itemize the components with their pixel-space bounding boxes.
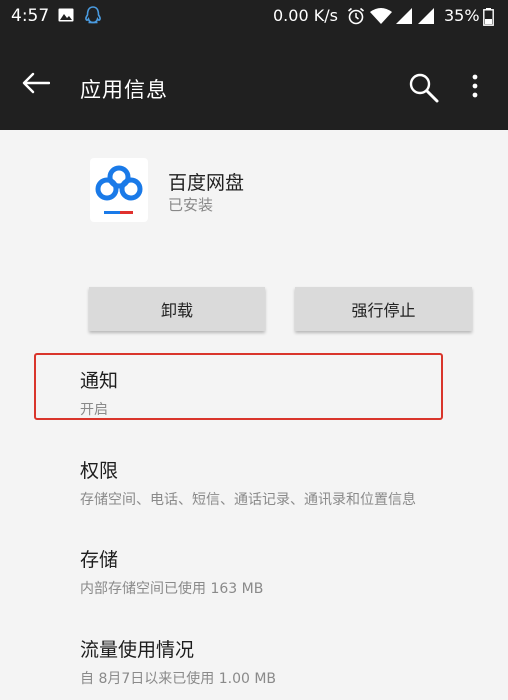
settings-item-title: 通知	[80, 370, 119, 392]
settings-item-title: 流量使用情况	[80, 639, 195, 661]
status-time: 4:57	[11, 6, 50, 26]
battery-percent: 35%	[444, 6, 480, 25]
settings-item-subtitle: 开启	[80, 402, 108, 418]
wifi-icon	[370, 8, 392, 24]
alarm-icon	[347, 7, 365, 25]
signal-icon	[396, 8, 412, 24]
app-bar: 应用信息	[0, 34, 508, 130]
qq-icon	[85, 6, 101, 24]
back-arrow-icon[interactable]	[22, 72, 50, 94]
network-speed: 0.00 K/s	[273, 6, 338, 25]
baidu-netdisk-icon	[90, 158, 148, 222]
more-vert-icon[interactable]	[466, 74, 484, 98]
app-name: 百度网盘	[168, 172, 245, 194]
search-icon[interactable]	[408, 72, 440, 104]
settings-item-subtitle: 存储空间、电话、短信、通话记录、通讯录和位置信息	[80, 492, 416, 508]
settings-item-subtitle: 内部存储空间已使用 163 MB	[80, 581, 264, 597]
signal-icon	[418, 8, 434, 24]
battery-icon	[483, 8, 494, 26]
settings-item-subtitle: 自 8月7日以来已使用 1.00 MB	[80, 671, 277, 687]
image-icon	[58, 8, 74, 22]
settings-item-title: 权限	[80, 460, 119, 482]
force-stop-button[interactable]: 强行停止	[295, 287, 472, 331]
settings-item-data-usage[interactable]: 流量使用情况 自 8月7日以来已使用 1.00 MB	[80, 635, 276, 688]
app-info-content: 百度网盘 已安装 卸载 强行停止 通知 开启 权限 存储空间、电话、短信、通话记…	[0, 130, 508, 700]
settings-item-permissions[interactable]: 权限 存储空间、电话、短信、通话记录、通讯录和位置信息	[80, 456, 416, 509]
settings-item-title: 存储	[80, 549, 119, 571]
status-bar: 4:57 0.00 K/s 35%	[0, 0, 508, 34]
settings-item-notifications[interactable]: 通知 开启	[80, 366, 118, 419]
uninstall-button[interactable]: 卸载	[89, 287, 265, 331]
settings-item-storage[interactable]: 存储 内部存储空间已使用 163 MB	[80, 545, 263, 598]
page-title: 应用信息	[80, 78, 168, 102]
app-install-status: 已安装	[168, 196, 214, 214]
